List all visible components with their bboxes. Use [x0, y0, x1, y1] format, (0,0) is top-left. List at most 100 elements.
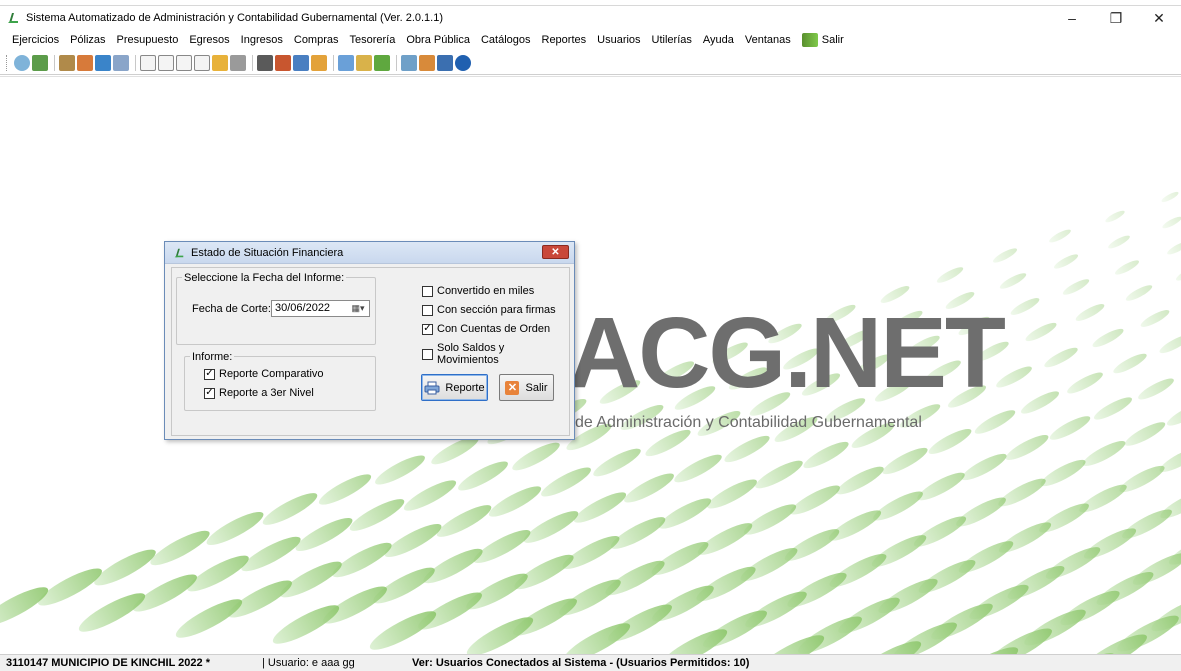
title-bar: Sistema Automatizado de Administración y…	[0, 6, 1181, 30]
menu-usuarios[interactable]: Usuarios	[597, 34, 640, 46]
reporte-3er-nivel-label: Reporte a 3er Nivel	[219, 387, 314, 399]
background-swoosh-leaf	[541, 467, 591, 497]
menu-ventanas[interactable]: Ventanas	[745, 34, 791, 46]
transfer-icon[interactable]	[77, 54, 93, 71]
reporte-3er-nivel-checkbox[interactable]: ✓ Reporte a 3er Nivel	[204, 387, 314, 399]
background-swoosh-leaf	[573, 492, 627, 523]
menu-reportes[interactable]: Reportes	[542, 34, 587, 46]
p-icon[interactable]	[194, 54, 210, 71]
background-swoosh-leaf	[610, 517, 666, 549]
checklist-icon[interactable]	[95, 54, 111, 71]
toolbar-separator	[252, 54, 253, 71]
menu-ingresos[interactable]: Ingresos	[241, 34, 283, 46]
background-swoosh-leaf	[882, 447, 928, 475]
background-swoosh-leaf	[755, 460, 803, 489]
refresh-icon[interactable]	[14, 54, 30, 71]
box-icon[interactable]	[311, 54, 327, 71]
notes-icon[interactable]	[338, 54, 354, 71]
checkbox-box	[422, 304, 433, 316]
status-connected-users: Ver: Usuarios Conectados al Sistema - (U…	[412, 657, 750, 669]
grid-icon[interactable]	[113, 54, 129, 71]
badge-icon[interactable]	[212, 54, 228, 71]
saldos-movimientos-label: Solo Saldos y Movimientos	[437, 342, 505, 366]
help-icon[interactable]	[455, 54, 471, 71]
ledger-icon[interactable]	[32, 54, 48, 71]
saldos-movimientos-checkbox[interactable]: Solo Saldos y Movimientos	[422, 342, 569, 366]
toolbar-grip	[6, 54, 10, 71]
background-swoosh-leaf	[295, 517, 353, 552]
printer-icon[interactable]	[59, 54, 75, 71]
save-icon[interactable]	[437, 54, 453, 71]
seccion-firmas-checkbox[interactable]: Con sección para firmas	[422, 304, 556, 316]
database-icon[interactable]	[293, 54, 309, 71]
background-swoosh-leaf	[1020, 391, 1060, 414]
reporte-button[interactable]: Reporte	[421, 374, 488, 401]
cuentas-orden-checkbox[interactable]: ✓ Con Cuentas de Orden	[422, 323, 550, 335]
background-swoosh-leaf	[1062, 279, 1090, 295]
menu-egresos[interactable]: Egresos	[189, 34, 229, 46]
background-swoosh-leaf	[1010, 298, 1040, 315]
status-user: | Usuario: e aaa gg	[262, 657, 355, 669]
reporte-comparativo-label: Reporte Comparativo	[219, 368, 324, 380]
background-swoosh-leaf	[1167, 241, 1181, 255]
background-swoosh-leaf	[1053, 254, 1079, 269]
close-window-button[interactable]: ✕	[1137, 6, 1181, 30]
d-icon[interactable]	[158, 54, 174, 71]
menu-polizas[interactable]: Pólizas	[70, 34, 105, 46]
background-swoosh-leaf	[999, 273, 1027, 289]
dialog-title-bar: Estado de Situación Financiera ✕	[165, 242, 574, 264]
e-icon[interactable]	[176, 54, 192, 71]
clipboard-icon[interactable]	[257, 54, 273, 71]
menu-tesoreria[interactable]: Tesorería	[350, 34, 396, 46]
users-icon[interactable]	[374, 54, 390, 71]
background-swoosh-leaf	[228, 580, 292, 618]
status-bar: 3110147 MUNICIPIO DE KINCHIL 2022 * | Us…	[0, 654, 1181, 671]
background-swoosh-leaf	[563, 623, 631, 655]
background-swoosh-leaf	[697, 523, 753, 555]
dialog-close-button[interactable]: ✕	[542, 245, 569, 259]
settings-icon[interactable]	[419, 54, 435, 71]
checkbox-box: ✓	[204, 387, 215, 399]
fecha-corte-input[interactable]: 30/06/2022 ▦▾	[271, 300, 370, 317]
background-swoosh-leaf	[1161, 191, 1179, 203]
background-swoosh-leaf	[78, 593, 146, 632]
menu-ayuda[interactable]: Ayuda	[703, 34, 734, 46]
background-swoosh-leaf	[175, 599, 243, 638]
tree-icon[interactable]	[401, 54, 417, 71]
salir-button[interactable]: ✕ Salir	[499, 374, 554, 401]
background-swoosh-leaf	[790, 485, 840, 515]
print-icon[interactable]	[230, 54, 246, 71]
background-swoosh-leaf	[0, 587, 49, 626]
minimize-button[interactable]: –	[1050, 6, 1094, 30]
menu-presupuesto[interactable]: Presupuesto	[117, 34, 179, 46]
background-swoosh-leaf	[466, 573, 528, 610]
background-swoosh-leaf	[1140, 310, 1170, 327]
background-swoosh-leaf	[562, 535, 620, 570]
menu-utilerias[interactable]: Utilerías	[652, 34, 692, 46]
menu-ejercicios[interactable]: Ejercicios	[12, 34, 59, 46]
status-organization: 3110147 MUNICIPIO DE KINCHIL 2022 *	[6, 657, 210, 669]
calendar-dropdown-icon[interactable]: ▦▾	[349, 302, 367, 315]
c-icon[interactable]	[140, 54, 156, 71]
menu-catalogos[interactable]: Catálogos	[481, 34, 531, 46]
menu-bar: Ejercicios Pólizas Presupuesto Egresos I…	[0, 31, 1181, 49]
chart-icon[interactable]	[275, 54, 291, 71]
restore-button[interactable]: ❐	[1094, 6, 1138, 30]
menu-compras[interactable]: Compras	[294, 34, 339, 46]
reporte-comparativo-checkbox[interactable]: ✓ Reporte Comparativo	[204, 368, 324, 380]
background-swoosh-leaf	[624, 473, 674, 503]
background-swoosh-leaf	[1105, 210, 1125, 223]
convertido-miles-checkbox[interactable]: Convertido en miles	[422, 285, 534, 297]
background-swoosh-leaf	[784, 529, 840, 561]
tools-icon[interactable]	[356, 54, 372, 71]
toolbar	[0, 51, 1181, 75]
background-swoosh-leaf	[369, 611, 437, 650]
background-swoosh-leaf	[94, 549, 156, 586]
informe-group	[184, 356, 376, 411]
salir-button-label: Salir	[525, 381, 548, 394]
background-swoosh-leaf	[436, 505, 492, 537]
menu-salir[interactable]: Salir	[801, 33, 844, 47]
menu-obra-publica[interactable]: Obra Pública	[406, 34, 470, 46]
background-logo-subtitle: de Administración y Contabilidad Guberna…	[575, 414, 922, 431]
background-swoosh-leaf	[1124, 422, 1166, 446]
